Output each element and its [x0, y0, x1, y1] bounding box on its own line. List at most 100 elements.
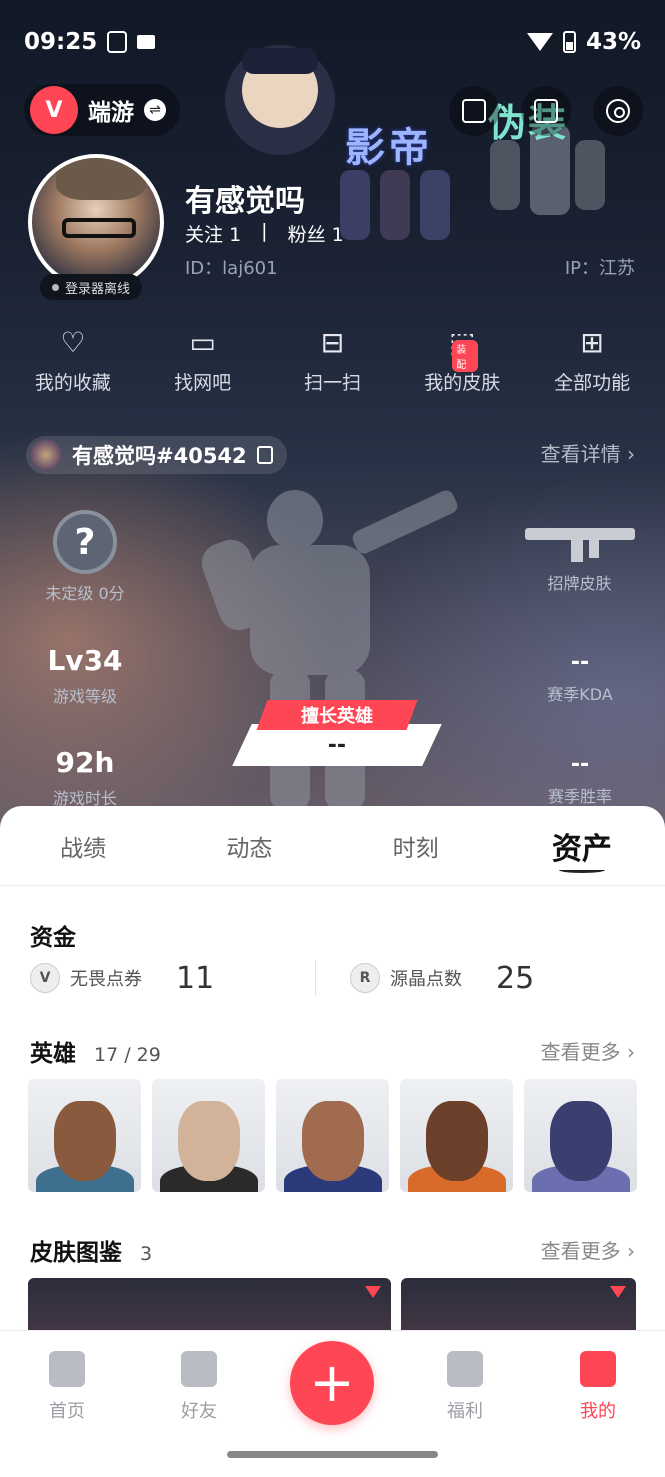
- winrate-value: --: [570, 752, 590, 777]
- active-tab-indicator: [558, 867, 605, 873]
- signature-skin-stat[interactable]: 招牌皮肤: [522, 520, 637, 594]
- swap-icon: ⇌: [144, 99, 166, 121]
- quick-action-find-cafe[interactable]: ▭ 找网吧: [143, 326, 263, 395]
- nav-friends[interactable]: 好友: [154, 1351, 244, 1423]
- agents-title: 英雄 17 / 29: [30, 1034, 161, 1068]
- settings-button[interactable]: [593, 86, 643, 136]
- agents-more-link[interactable]: 查看更多 ›: [541, 1036, 635, 1065]
- share-icon: [534, 99, 558, 123]
- game-avatar: [30, 439, 62, 471]
- status-time: 09:25: [24, 29, 98, 55]
- agents-list: [28, 1079, 637, 1192]
- follow-stats: 关注 1 | 粉丝 1: [185, 220, 344, 247]
- view-details-link[interactable]: 查看详情 ›: [541, 438, 635, 467]
- phone-icon: [107, 31, 128, 53]
- best-hero-plate[interactable]: -- 擅长英雄: [232, 700, 442, 770]
- battery-percent: 43%: [585, 29, 641, 55]
- create-post-button[interactable]: +: [290, 1341, 374, 1425]
- offline-dot-icon: [52, 283, 59, 291]
- status-bar: 09:25 43%: [24, 22, 641, 62]
- best-hero-value-plate: --: [232, 724, 442, 766]
- settings-icon: [606, 99, 630, 123]
- tab-moments[interactable]: 时刻: [333, 806, 499, 885]
- agents-title-text: 英雄: [30, 1041, 76, 1067]
- fans-link[interactable]: 粉丝 1: [288, 220, 344, 247]
- home-indicator[interactable]: [227, 1451, 438, 1458]
- unranked-icon: ?: [53, 510, 117, 574]
- skins-count: 3: [140, 1243, 153, 1265]
- nav-label: 好友: [181, 1401, 217, 1422]
- profile-header: 影帝 伪装 09:25 43% V 端游 ⇌ 登录器离线 有感觉吗 关注 1 |…: [0, 0, 665, 840]
- mail-icon: [137, 35, 156, 49]
- friends-icon: [181, 1351, 217, 1387]
- copy-icon[interactable]: [256, 446, 273, 464]
- fund-radianite: R 源晶点数 25: [349, 961, 635, 996]
- hours-stat: 92h 游戏时长: [40, 746, 130, 809]
- tab-feed[interactable]: 动态: [166, 806, 332, 885]
- agent-card[interactable]: [276, 1079, 389, 1192]
- equip-badge: 装配: [452, 340, 479, 372]
- tab-label: 动态: [226, 835, 273, 862]
- profile-tabs: 战绩 动态 时刻 资产: [0, 806, 665, 886]
- nav-home[interactable]: 首页: [22, 1351, 112, 1423]
- winrate-label: 赛季胜率: [547, 787, 612, 806]
- user-id: ID：laj601: [185, 258, 278, 279]
- quick-action-label: 找网吧: [174, 372, 232, 394]
- quick-action-scan[interactable]: ⊟ 扫一扫: [272, 326, 392, 395]
- wifi-icon: [526, 33, 553, 51]
- launcher-status-badge: 登录器离线: [40, 274, 143, 300]
- level-value: Lv34: [47, 644, 123, 677]
- quick-action-label: 我的皮肤: [424, 372, 501, 394]
- quick-action-my-skins[interactable]: ⬚ 装配 我的皮肤: [402, 326, 522, 395]
- fund-value: 11: [176, 960, 215, 996]
- launcher-status-text: 登录器离线: [65, 281, 131, 297]
- valorant-corner-icon: [365, 1286, 381, 1298]
- kda-stat: -- 赛季KDA: [530, 650, 630, 705]
- agent-card[interactable]: [28, 1079, 141, 1192]
- battery-icon: [562, 31, 576, 53]
- agents-count: 17 / 29: [94, 1044, 161, 1066]
- skins-more-link[interactable]: 查看更多 ›: [541, 1235, 635, 1264]
- best-hero-label: 擅长英雄: [301, 706, 373, 727]
- quick-action-label: 我的收藏: [34, 372, 111, 394]
- nav-label: 福利: [447, 1401, 483, 1422]
- agent-portrait-face: [54, 1101, 116, 1181]
- skin-icon: ⬚ 装配: [446, 326, 479, 372]
- following-link[interactable]: 关注 1: [185, 220, 241, 247]
- rank-stat[interactable]: ? 未定级 0分: [40, 510, 130, 604]
- gun-icon: [524, 520, 635, 564]
- avatar-hair: [56, 158, 146, 200]
- valorant-logo-icon: V: [30, 86, 78, 134]
- game-switcher[interactable]: V 端游 ⇌: [24, 84, 180, 136]
- tab-assets[interactable]: 资产: [499, 806, 665, 885]
- banner-title-text: 影帝: [345, 125, 433, 171]
- quick-action-all-features[interactable]: ⊞ 全部功能: [532, 326, 652, 395]
- edit-banner-button[interactable]: [449, 86, 499, 136]
- agent-card[interactable]: [400, 1079, 513, 1192]
- fund-label: 源晶点数: [389, 969, 462, 990]
- follow-divider: |: [261, 220, 268, 242]
- signature-skin-label: 招牌皮肤: [547, 574, 612, 593]
- ip-location: IP：江苏: [564, 258, 635, 279]
- tab-label: 时刻: [392, 835, 439, 862]
- best-hero-value: --: [327, 732, 347, 758]
- scan-icon: ⊟: [320, 325, 345, 359]
- share-button[interactable]: [521, 86, 571, 136]
- agent-portrait-face: [302, 1101, 364, 1181]
- nav-label: 我的: [580, 1401, 616, 1422]
- level-label: 游戏等级: [52, 687, 117, 706]
- home-icon: [49, 1351, 85, 1387]
- profile-username: 有感觉吗: [185, 184, 305, 219]
- top-actions: [449, 86, 643, 136]
- bottom-navigation: 首页 好友 + 福利 我的: [0, 1330, 665, 1477]
- agent-card[interactable]: [152, 1079, 265, 1192]
- nav-rewards[interactable]: 福利: [420, 1351, 510, 1423]
- kda-label: 赛季KDA: [547, 685, 613, 704]
- avatar-container[interactable]: 登录器离线: [28, 154, 164, 300]
- quick-action-favorites[interactable]: ♡ 我的收藏: [13, 326, 133, 395]
- agent-card[interactable]: [524, 1079, 637, 1192]
- tab-record[interactable]: 战绩: [0, 806, 166, 885]
- riot-id-pill: 有感觉吗#40542: [26, 436, 287, 474]
- following-label: 关注: [185, 224, 224, 246]
- nav-me[interactable]: 我的: [553, 1351, 643, 1423]
